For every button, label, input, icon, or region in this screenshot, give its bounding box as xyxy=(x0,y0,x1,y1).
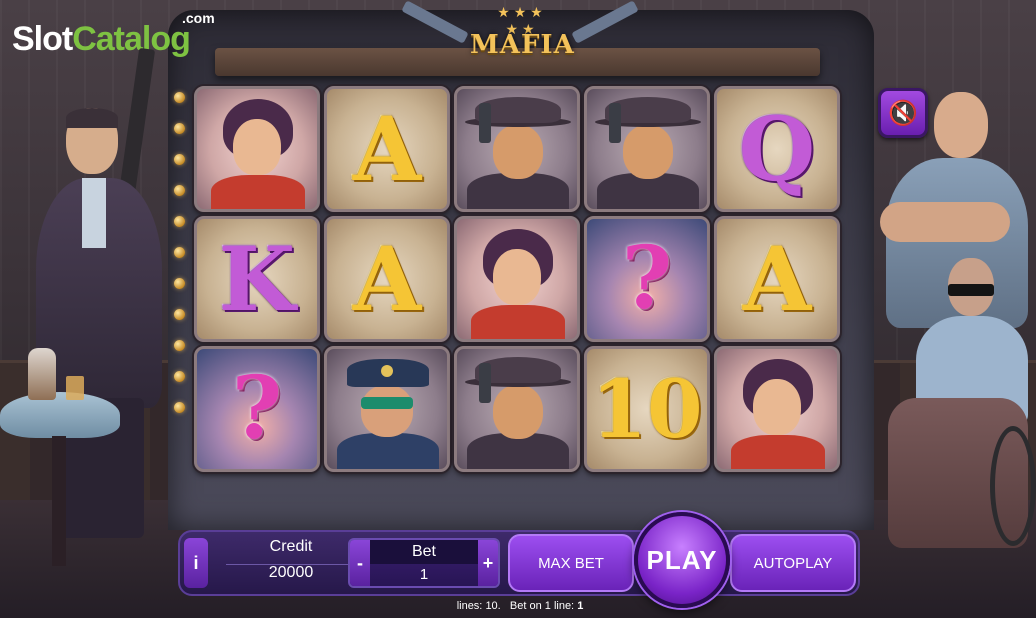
bet-label: Bet xyxy=(370,540,478,564)
credit-display: Credit 20000 xyxy=(216,534,366,590)
credit-value: 20000 xyxy=(268,564,314,581)
gangster-symbol-icon xyxy=(457,349,577,469)
bulb-icon xyxy=(174,92,185,103)
lines-info: lines: 10. Bet on 1 line: 1 xyxy=(420,600,620,616)
bulb-icon xyxy=(174,402,185,413)
play-button[interactable]: PLAY xyxy=(634,512,730,608)
reel-cell-a-symbol: A xyxy=(324,216,450,342)
mute-toggle-button[interactable]: 🔇 xyxy=(878,88,928,138)
bet-value: 1 xyxy=(419,566,429,583)
a-symbol: A xyxy=(352,227,422,331)
reel-cell-a-symbol: A xyxy=(324,86,450,212)
side-table xyxy=(0,392,120,582)
bulb-icon xyxy=(174,247,185,258)
bet-increase-button[interactable]: + xyxy=(478,540,498,586)
reel-cell-k-symbol: K xyxy=(194,216,320,342)
info-button[interactable]: i xyxy=(184,538,208,588)
woman-symbol-icon xyxy=(717,349,837,469)
a-symbol: A xyxy=(352,97,422,201)
reel-cell-mystery-symbol: ? xyxy=(584,216,710,342)
autoplay-button[interactable]: AUTOPLAY xyxy=(730,534,856,592)
reel-cell-a-symbol: A xyxy=(714,216,840,342)
reel-cell-woman-symbol xyxy=(454,216,580,342)
gangster-symbol-icon xyxy=(457,89,577,209)
reel-cell-gangster-symbol xyxy=(584,86,710,212)
credit-divider xyxy=(226,564,356,565)
marquee-bulbs xyxy=(174,92,188,433)
bet-decrease-button[interactable]: - xyxy=(350,540,370,586)
whisky-glass-icon xyxy=(66,376,84,400)
bet-stepper: - Bet 1 + xyxy=(348,538,500,588)
reel-cell-woman-symbol xyxy=(194,86,320,212)
reel-cell-ten-symbol: 10 xyxy=(584,346,710,472)
ten-symbol: 10 xyxy=(591,362,703,456)
policeman-symbol-icon xyxy=(327,349,447,469)
woman-symbol-icon xyxy=(457,219,577,339)
bulb-icon xyxy=(174,340,185,351)
bulb-icon xyxy=(174,154,185,165)
old-don-character xyxy=(880,258,1036,558)
woman-symbol-icon xyxy=(197,89,317,209)
site-watermark-logo: SlotCatalog .com xyxy=(12,8,215,60)
lines-value: 10. xyxy=(485,600,501,612)
bet-per-line-value: 1 xyxy=(577,600,584,612)
gangster-symbol-icon xyxy=(587,89,707,209)
q-symbol: Q xyxy=(738,97,816,201)
watermark-text: SlotCatalog xyxy=(12,20,191,58)
mystery-symbol: ? xyxy=(231,358,283,459)
reel-cell-q-symbol: Q xyxy=(714,86,840,212)
wheelchair-icon xyxy=(990,426,1036,546)
bulb-icon xyxy=(174,371,185,382)
lines-label: lines: xyxy=(456,600,483,612)
reels-grid: A Q K A ? A ? 10 xyxy=(194,86,842,476)
bulb-icon xyxy=(174,309,185,320)
mystery-symbol: ? xyxy=(621,228,673,329)
reel-cell-woman-symbol xyxy=(714,346,840,472)
control-bar: i Credit 20000 - Bet 1 + MAX BET AUTOPLA… xyxy=(178,512,860,608)
bulb-icon xyxy=(174,216,185,227)
reel-cell-policeman-symbol xyxy=(324,346,450,472)
bulb-icon xyxy=(174,185,185,196)
reel-cell-mystery-symbol: ? xyxy=(194,346,320,472)
whisky-bottle-icon xyxy=(28,348,56,400)
bet-per-line-label: Bet on 1 line: xyxy=(509,600,575,612)
max-bet-button[interactable]: MAX BET xyxy=(508,534,634,592)
watermark-suffix: .com xyxy=(182,10,215,26)
k-symbol: K xyxy=(218,227,296,331)
reel-cell-gangster-symbol xyxy=(454,346,580,472)
bulb-icon xyxy=(174,278,185,289)
reel-cell-gangster-symbol xyxy=(454,86,580,212)
a-symbol: A xyxy=(742,227,812,331)
bulb-icon xyxy=(174,123,185,134)
credit-label: Credit xyxy=(269,538,313,555)
game-title-logo: MAFIA xyxy=(470,30,575,60)
mute-icon: 🔇 xyxy=(888,99,918,127)
